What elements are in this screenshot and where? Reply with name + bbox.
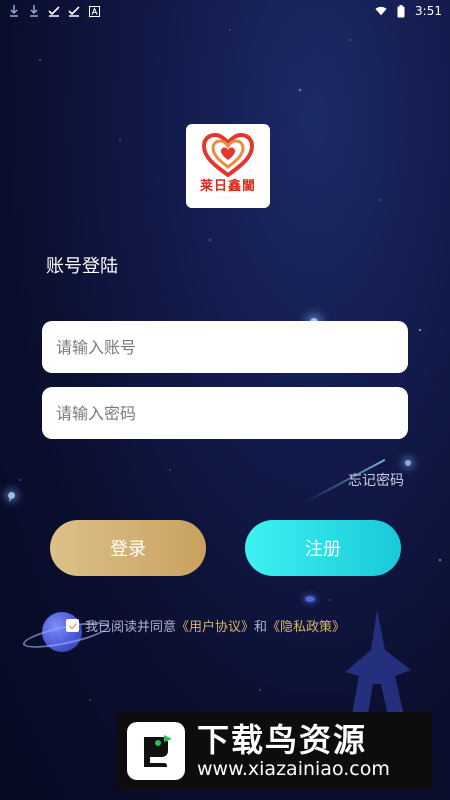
login-button[interactable]: 登录 <box>50 520 206 576</box>
status-bar-left <box>8 5 100 17</box>
watermark-title: 下载鸟资源 <box>197 721 368 759</box>
watermark-url: www.xiazainiao.com <box>197 758 390 780</box>
logo-subtext: · · · · · · <box>218 194 238 200</box>
status-bar-right: 3:51 <box>375 4 442 18</box>
status-bar: 3:51 <box>0 0 450 22</box>
star-glow <box>8 492 15 499</box>
password-input[interactable] <box>42 387 408 439</box>
bird-logo-icon <box>127 722 185 780</box>
user-agreement-link[interactable]: 《用户协议》 <box>176 616 254 635</box>
app-logo: 莱日鑫閫 · · · · · · <box>186 124 270 208</box>
logo-text: 莱日鑫閫 <box>199 178 256 194</box>
check-icon <box>48 5 60 17</box>
agreement-row: 我已阅读并同意 《用户协议》 和 《隐私政策》 <box>66 616 345 635</box>
download-icon <box>28 5 40 17</box>
register-button[interactable]: 注册 <box>245 520 401 576</box>
check-icon <box>68 622 77 630</box>
forgot-password-link[interactable]: 忘记密码 <box>348 470 404 490</box>
star-glow <box>405 460 411 466</box>
page-title: 账号登陆 <box>46 256 118 277</box>
watermark-texts: 下载鸟资源 www.xiazainiao.com <box>197 722 390 780</box>
privacy-policy-link[interactable]: 《隐私政策》 <box>267 616 345 635</box>
account-input[interactable] <box>42 321 408 373</box>
a-icon <box>88 5 100 17</box>
watermark-banner: 下载鸟资源 www.xiazainiao.com <box>117 712 432 790</box>
agreement-prefix: 我已阅读并同意 <box>85 620 177 635</box>
heart-logo-icon <box>202 132 254 177</box>
check-icon <box>68 5 80 17</box>
agreement-checkbox[interactable] <box>66 619 79 632</box>
battery-icon <box>395 4 407 17</box>
download-icon <box>8 5 20 17</box>
agreement-and: 和 <box>254 620 268 635</box>
wifi-icon <box>375 5 387 17</box>
star-glow <box>305 596 315 602</box>
status-time: 3:51 <box>415 4 442 18</box>
